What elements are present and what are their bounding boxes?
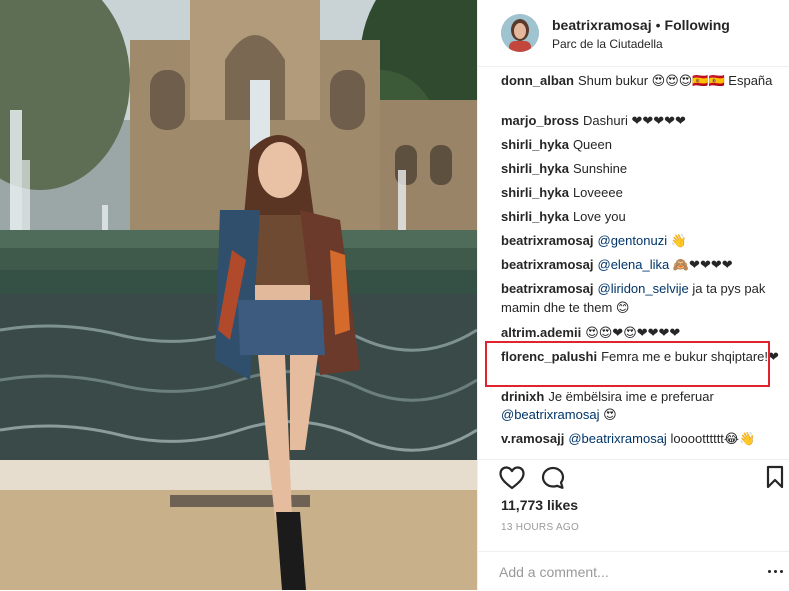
comment-text: Shum bukur 😍😍😍🇪🇸🇪🇸 España bbox=[577, 73, 773, 88]
comment-text: Love you bbox=[572, 209, 626, 224]
comment-item: drinixh Je ëmbëlsira ime e preferuar bbox=[501, 387, 783, 406]
header-location[interactable]: Parc de la Ciutadella bbox=[552, 37, 663, 51]
likes-count[interactable]: 11,773 likes bbox=[501, 497, 578, 513]
avatar-image bbox=[501, 14, 539, 52]
comments-list[interactable]: donn_alban Shum bukur 😍😍😍🇪🇸🇪🇸 España marj… bbox=[478, 67, 789, 459]
add-comment-bar bbox=[478, 551, 789, 591]
comment-mention[interactable]: @beatrixramosaj bbox=[501, 407, 599, 422]
comment-username[interactable]: beatrixramosaj bbox=[501, 233, 594, 248]
post-timestamp[interactable]: 13 HOURS AGO bbox=[501, 522, 579, 533]
more-dots-icon[interactable] bbox=[768, 570, 784, 574]
comment-text: Je ëmbëlsira ime e preferuar bbox=[548, 389, 714, 404]
heart-outline-icon[interactable] bbox=[499, 466, 525, 490]
comment-text: 😍😍❤😍❤❤❤❤ bbox=[585, 325, 681, 340]
comment-mention[interactable]: @elena_lika bbox=[598, 257, 670, 272]
post-header: beatrixramosaj • Following Parc de la Ciut… bbox=[478, 0, 789, 67]
post-photo[interactable] bbox=[0, 0, 477, 590]
comment-username[interactable]: shirli_hyka bbox=[501, 185, 569, 200]
comment-username[interactable]: beatrixramosaj bbox=[501, 281, 594, 296]
post-actions: 11,773 likes 13 HOURS AGO bbox=[478, 459, 789, 590]
comment-item: marjo_bross Dashuri ❤❤❤❤❤ bbox=[501, 111, 783, 130]
comment-item-highlighted: beatrixramosaj @liridon_selvije ja ta pys… bbox=[501, 279, 783, 317]
comment-text: Loveeee bbox=[572, 185, 623, 200]
comment-item: shirli_hyka Queen bbox=[501, 135, 783, 154]
comment-text: Sunshine bbox=[572, 161, 628, 176]
following-button[interactable]: Following bbox=[665, 17, 730, 33]
comment-username[interactable]: shirli_hyka bbox=[501, 161, 569, 176]
post-photo-scene bbox=[0, 0, 477, 590]
comment-item: altrim.ademii 😍😍❤😍❤❤❤❤ bbox=[501, 323, 783, 342]
comment-username[interactable]: shirli_hyka bbox=[501, 209, 569, 224]
avatar[interactable] bbox=[501, 14, 539, 52]
comment-item: v.ramosajj @beatrixramosaj looootttttt😂👋 bbox=[501, 429, 783, 448]
comment-mention[interactable]: @gentonuzi bbox=[598, 233, 668, 248]
comment-username[interactable]: altrim.ademii bbox=[501, 325, 581, 340]
comment-item-continued: @beatrixramosaj 😍 bbox=[501, 405, 783, 424]
comment-username[interactable]: marjo_bross bbox=[501, 113, 579, 128]
comment-username[interactable]: shirli_hyka bbox=[501, 137, 569, 152]
comment-text: looootttttt😂👋 bbox=[670, 431, 756, 446]
post-detail-panel: beatrixramosaj • Following Parc de la Ciut… bbox=[477, 0, 789, 590]
add-comment-input[interactable] bbox=[499, 562, 739, 582]
comment-item: shirli_hyka Loveeee bbox=[501, 183, 783, 202]
comment-username[interactable]: florenc_palushi bbox=[501, 349, 597, 364]
comment-mention[interactable]: @liridon_selvije bbox=[598, 281, 689, 296]
speech-bubble-icon[interactable] bbox=[541, 466, 565, 490]
comment-item: shirli_hyka Sunshine bbox=[501, 159, 783, 178]
comment-username[interactable]: drinixh bbox=[501, 389, 544, 404]
comment-username[interactable]: donn_alban bbox=[501, 73, 574, 88]
comment-text: 🙈❤❤❤❤ bbox=[672, 257, 733, 272]
comment-mention[interactable]: @beatrixramosaj bbox=[568, 431, 666, 446]
comment-username[interactable]: v.ramosajj bbox=[501, 431, 564, 446]
comment-text: 😍 bbox=[603, 407, 617, 422]
header-username[interactable]: beatrixramosaj bbox=[552, 17, 652, 33]
comment-item: beatrixramosaj @elena_lika 🙈❤❤❤❤ bbox=[501, 255, 783, 274]
comment-text: 👋 bbox=[670, 233, 687, 248]
comment-text: Queen bbox=[572, 137, 612, 152]
comment-item: donn_alban Shum bukur 😍😍😍🇪🇸🇪🇸 España bbox=[501, 71, 783, 90]
comment-text: Femra me e bukur shqiptare!❤ bbox=[601, 349, 779, 364]
header-separator: • bbox=[655, 17, 661, 33]
comment-item: beatrixramosaj @gentonuzi 👋 bbox=[501, 231, 783, 250]
comment-item: shirli_hyka Love you bbox=[501, 207, 783, 226]
comment-item: florenc_palushi Femra me e bukur shqiptar… bbox=[501, 347, 783, 366]
comment-text: Dashuri ❤❤❤❤❤ bbox=[583, 113, 686, 128]
comment-username[interactable]: beatrixramosaj bbox=[501, 257, 594, 272]
bookmark-icon[interactable] bbox=[766, 465, 784, 489]
